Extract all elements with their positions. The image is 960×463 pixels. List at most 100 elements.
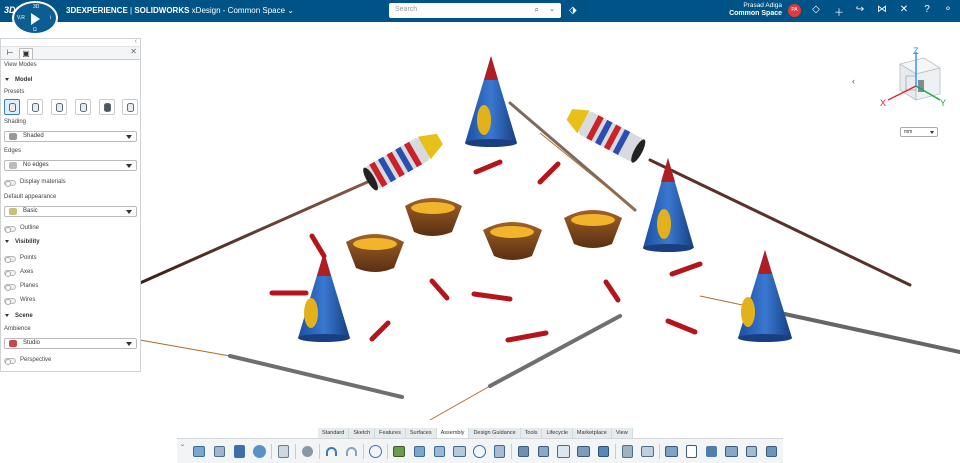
preset-hidden-lines-button[interactable] xyxy=(51,99,67,115)
explode-icon[interactable] xyxy=(515,443,532,460)
default-appearance-dropdown[interactable]: Basic xyxy=(4,206,137,217)
edges-dropdown[interactable]: No edges xyxy=(4,160,137,171)
cone-firecracker xyxy=(643,158,694,252)
toolbar-separator xyxy=(319,444,320,459)
plus-icon[interactable]: ＋ xyxy=(832,4,846,19)
section-scene[interactable]: Scene xyxy=(5,313,33,319)
new-part-icon[interactable] xyxy=(211,443,228,460)
preset-dark-button[interactable] xyxy=(99,99,115,115)
interference-icon[interactable] xyxy=(535,443,552,460)
linear-pattern-icon[interactable] xyxy=(451,443,468,460)
tools-icon[interactable]: ✕ xyxy=(897,4,911,15)
mirror-icon[interactable] xyxy=(491,443,508,460)
tab-standard[interactable]: Standard xyxy=(318,428,350,438)
help-icon[interactable]: ? xyxy=(920,4,934,15)
display-materials-toggle[interactable] xyxy=(4,180,16,187)
compass-label-right: i xyxy=(50,15,52,21)
outline-toggle[interactable] xyxy=(4,226,16,233)
replace-icon[interactable] xyxy=(575,443,592,460)
perspective-toggle[interactable] xyxy=(4,358,16,365)
cylinder-icon xyxy=(32,103,39,112)
units-dropdown[interactable]: mm xyxy=(900,127,938,137)
section-model[interactable]: Model xyxy=(5,77,32,83)
fix-component-icon[interactable] xyxy=(411,443,428,460)
tree-tab-icon[interactable]: ⊢ xyxy=(3,48,17,59)
preset-shaded-edges-button[interactable] xyxy=(27,99,43,115)
preset-shaded-button[interactable] xyxy=(4,99,20,115)
collapse-icon[interactable]: ‹ xyxy=(135,38,137,45)
properties-icon[interactable] xyxy=(275,443,292,460)
mate-icon[interactable] xyxy=(391,443,408,460)
wires-toggle[interactable] xyxy=(4,298,16,305)
preset-wireframe-button[interactable] xyxy=(75,99,91,115)
network-icon[interactable]: ⋈ xyxy=(875,4,889,15)
axes-toggle[interactable] xyxy=(4,270,16,277)
help-icon[interactable] xyxy=(367,443,384,460)
view-cube[interactable]: Z X Y xyxy=(878,46,950,112)
section-visibility[interactable]: Visibility xyxy=(5,239,40,245)
drawing-icon[interactable] xyxy=(683,443,700,460)
manufacturing-icon[interactable] xyxy=(743,443,760,460)
tag-icon[interactable]: ⬗ xyxy=(569,5,577,16)
user-info[interactable]: Prasad Adiga Common Space xyxy=(712,2,782,18)
points-toggle[interactable] xyxy=(4,256,16,263)
3d-viewport[interactable] xyxy=(0,22,960,463)
section-view-icon[interactable] xyxy=(639,443,656,460)
measure-icon[interactable] xyxy=(619,443,636,460)
search-icon[interactable]: ⌕ xyxy=(535,5,539,15)
smart-mate-icon[interactable] xyxy=(595,443,612,460)
chevron-down-icon[interactable]: ⌄ xyxy=(287,6,294,15)
compass-widget[interactable]: 3D V,R i Ω xyxy=(12,1,58,35)
sync-icon[interactable] xyxy=(251,443,268,460)
play-icon[interactable] xyxy=(31,13,40,25)
tab-marketplace[interactable]: Marketplace xyxy=(573,428,612,438)
simulation-icon[interactable] xyxy=(723,443,740,460)
planes-toggle[interactable] xyxy=(4,284,16,291)
points-label: Points xyxy=(20,255,37,261)
shading-dropdown[interactable]: Shaded xyxy=(4,131,137,142)
preset-outline-button[interactable] xyxy=(122,99,138,115)
search-input[interactable]: Search ⌕ ⌄ xyxy=(389,3,561,18)
close-icon[interactable]: ✕ xyxy=(130,47,137,56)
diya-lamp xyxy=(405,198,462,236)
insert-component-icon[interactable] xyxy=(191,443,208,460)
bookmark-icon[interactable]: ◇ xyxy=(809,4,823,15)
share-icon[interactable]: ↪ xyxy=(853,4,867,15)
chevron-down-icon[interactable]: ⌄ xyxy=(180,441,185,448)
pattern-icon[interactable] xyxy=(431,443,448,460)
chevron-left-icon[interactable]: ‹ xyxy=(852,76,855,86)
chevron-down-icon xyxy=(930,131,934,134)
app-title[interactable]: 3DEXPERIENCE | SOLIDWORKS xDesign - Comm… xyxy=(66,6,294,15)
tab-tools[interactable]: Tools xyxy=(521,428,543,438)
sparkler-rod xyxy=(228,354,404,399)
undo-icon[interactable] xyxy=(323,443,340,460)
save-icon[interactable] xyxy=(231,443,248,460)
axis-z-label: Z xyxy=(913,46,919,56)
section-scene-label: Scene xyxy=(15,313,33,319)
tab-features[interactable]: Features xyxy=(375,428,406,438)
view-modes-panel: ‹ ⊢ ▣ ✕ View Modes Model Presets Shading… xyxy=(0,38,141,372)
tab-lifecycle[interactable]: Lifecycle xyxy=(542,428,573,438)
tab-assembly[interactable]: Assembly xyxy=(436,428,470,438)
export-icon[interactable] xyxy=(663,443,680,460)
render-icon[interactable] xyxy=(703,443,720,460)
motion-icon[interactable] xyxy=(555,443,572,460)
tab-design-guidance[interactable]: Design Guidance xyxy=(469,428,521,438)
tab-surfaces[interactable]: Surfaces xyxy=(406,428,437,438)
collaborate-icon[interactable] xyxy=(763,443,780,460)
ambience-dropdown[interactable]: Studio xyxy=(4,338,137,349)
tab-view[interactable]: View xyxy=(612,428,633,438)
diya-lamp xyxy=(483,222,542,260)
apps-icon[interactable]: ⚬ xyxy=(941,4,955,15)
redo-icon[interactable] xyxy=(343,443,360,460)
settings-icon[interactable] xyxy=(299,443,316,460)
section-visibility-label: Visibility xyxy=(15,239,40,245)
chevron-down-icon[interactable]: ⌄ xyxy=(549,5,555,13)
view-modes-tab-icon[interactable]: ▣ xyxy=(19,48,33,59)
sparkler-rod xyxy=(138,178,374,285)
top-bar: 3DS 3DEXPERIENCE | SOLIDWORKS xDesign - … xyxy=(0,0,960,22)
avatar[interactable]: PA xyxy=(788,4,801,17)
tab-sketch[interactable]: Sketch xyxy=(349,428,376,438)
circular-pattern-icon[interactable] xyxy=(471,443,488,460)
section-model-label: Model xyxy=(15,77,33,83)
